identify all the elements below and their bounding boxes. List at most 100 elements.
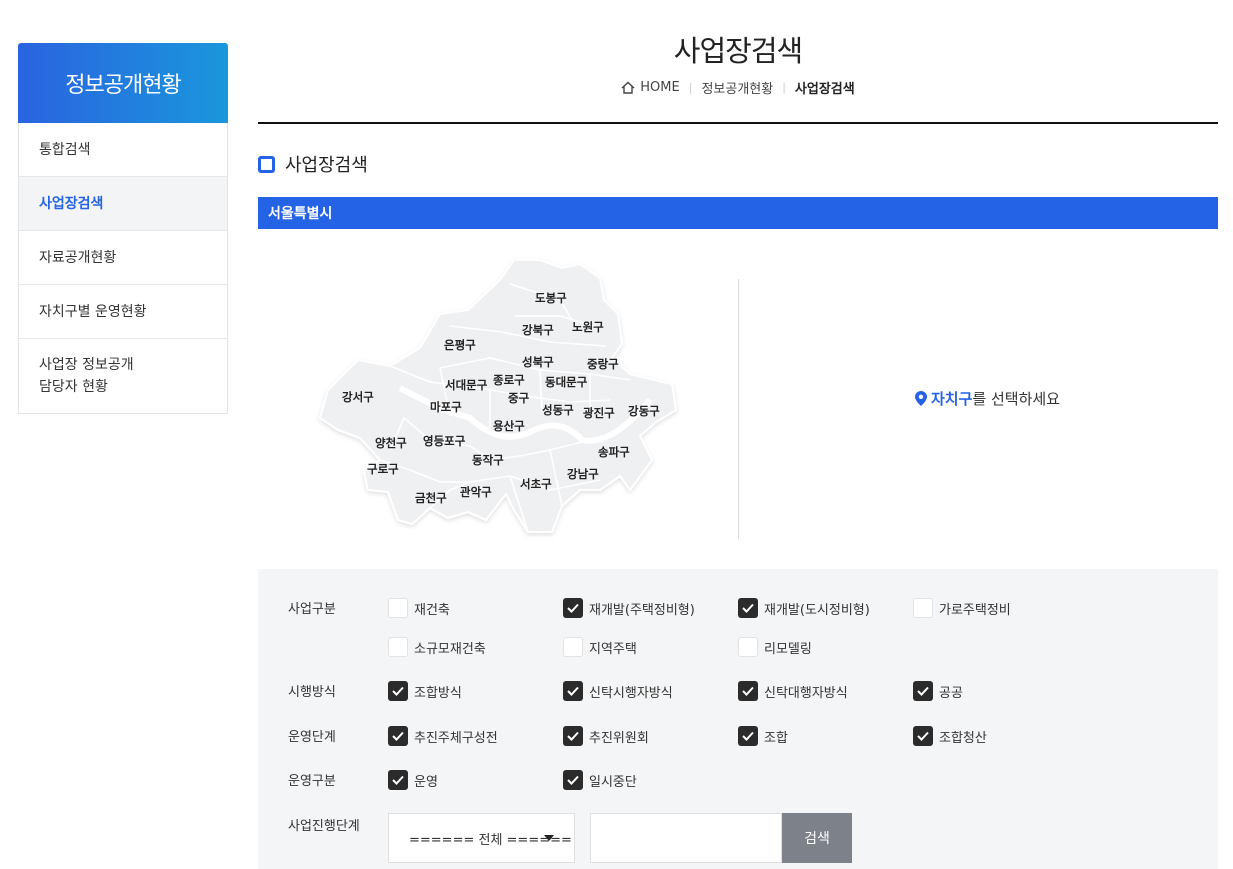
method-label: 시행방식 bbox=[288, 685, 336, 700]
district-seongbuk[interactable]: 성북구 bbox=[522, 355, 554, 369]
check-icon[interactable] bbox=[738, 598, 758, 618]
district-yeongdeungpo[interactable]: 영등포구 bbox=[423, 434, 466, 448]
sidebar-item-integrated-search[interactable]: 통합검색 bbox=[19, 123, 227, 177]
district-yangcheon[interactable]: 양천구 bbox=[375, 436, 407, 450]
district-guro[interactable]: 구로구 bbox=[367, 462, 399, 476]
check-icon[interactable] bbox=[738, 681, 758, 701]
district-gwangjin[interactable]: 광진구 bbox=[583, 406, 615, 420]
district-dongjak[interactable]: 동작구 bbox=[472, 453, 504, 467]
sidebar-menu: 통합검색 사업장검색 자료공개현황 자치구별 운영현황 사업장 정보공개 담당자… bbox=[18, 123, 228, 414]
check-icon[interactable] bbox=[388, 681, 408, 701]
checkbox-box[interactable] bbox=[913, 598, 933, 618]
district-gangdong[interactable]: 강동구 bbox=[628, 404, 660, 418]
checkbox-box[interactable] bbox=[388, 598, 408, 618]
progress-select[interactable]: ====== 전체 ====== bbox=[388, 813, 575, 863]
district-seodaemun[interactable]: 서대문구 bbox=[445, 378, 488, 392]
search-button[interactable]: 검색 bbox=[782, 813, 852, 863]
checkbox-street-housing[interactable]: 가로주택정비 bbox=[913, 598, 1011, 618]
title-rule bbox=[258, 122, 1218, 124]
checkbox-association[interactable]: 조합방식 bbox=[388, 681, 462, 701]
checkbox-trust-agent[interactable]: 신탁대행자방식 bbox=[738, 681, 848, 701]
checkbox-committee[interactable]: 추진위원회 bbox=[563, 726, 649, 746]
vertical-divider bbox=[738, 279, 739, 539]
square-bullet-icon bbox=[258, 155, 275, 173]
checkbox-small-reconstruction[interactable]: 소규모재건축 bbox=[388, 637, 486, 657]
checkbox-box[interactable] bbox=[388, 637, 408, 657]
checkbox-label: 공공 bbox=[939, 685, 963, 701]
district-select-prompt: 자치구 를 선택하세요 bbox=[915, 388, 1060, 409]
district-songpa[interactable]: 송파구 bbox=[598, 445, 630, 459]
district-seocho[interactable]: 서초구 bbox=[520, 477, 552, 491]
district-gangnam[interactable]: 강남구 bbox=[567, 467, 599, 481]
district-gangbuk[interactable]: 강북구 bbox=[522, 323, 554, 337]
sidebar-item-site-search[interactable]: 사업장검색 bbox=[19, 177, 227, 231]
checkbox-public[interactable]: 공공 bbox=[913, 681, 963, 701]
checkbox-label: 재개발(주택정비형) bbox=[589, 602, 695, 618]
prompt-text: 를 선택하세요 bbox=[972, 390, 1060, 408]
checkbox-redevelopment-urban[interactable]: 재개발(도시정비형) bbox=[738, 598, 870, 618]
district-jongno[interactable]: 종로구 bbox=[493, 373, 525, 387]
checkbox-box[interactable] bbox=[738, 637, 758, 657]
check-icon[interactable] bbox=[913, 681, 933, 701]
checkbox-union-liquidation[interactable]: 조합청산 bbox=[913, 726, 987, 746]
page-title: 사업장검색 bbox=[673, 34, 803, 68]
district-nowon[interactable]: 노원구 bbox=[572, 320, 604, 334]
checkbox-pre-committee[interactable]: 추진주체구성전 bbox=[388, 726, 498, 746]
district-eunpyeong[interactable]: 은평구 bbox=[444, 338, 476, 352]
checkbox-label: 리모델링 bbox=[764, 641, 812, 657]
sidebar-item-disclosure-status[interactable]: 자료공개현황 bbox=[19, 231, 227, 285]
checkbox-local-housing[interactable]: 지역주택 bbox=[563, 637, 637, 657]
location-pin-icon bbox=[915, 391, 927, 406]
district-seongdong[interactable]: 성동구 bbox=[542, 403, 574, 417]
keyword-input[interactable] bbox=[590, 813, 782, 863]
checkbox-suspended[interactable]: 일시중단 bbox=[563, 770, 637, 790]
district-gwanak[interactable]: 관악구 bbox=[460, 485, 492, 499]
checkbox-label: 지역주택 bbox=[589, 641, 637, 657]
check-icon[interactable] bbox=[913, 726, 933, 746]
breadcrumb-current: 사업장검색 bbox=[794, 82, 855, 97]
district-mapo[interactable]: 마포구 bbox=[430, 400, 462, 414]
checkbox-redevelopment-housing[interactable]: 재개발(주택정비형) bbox=[563, 598, 695, 618]
district-jungnang[interactable]: 중랑구 bbox=[587, 357, 619, 371]
home-icon[interactable] bbox=[621, 81, 635, 94]
caret-down-icon bbox=[544, 835, 554, 841]
checkbox-box[interactable] bbox=[563, 637, 583, 657]
district-gangseo[interactable]: 강서구 bbox=[342, 390, 374, 404]
operation-label: 운영구분 bbox=[288, 774, 336, 789]
seoul-district-map[interactable]: 도봉구 강북구 노원구 은평구 성북구 중랑구 종로구 동대문구 서대문구 강서… bbox=[300, 250, 700, 550]
checkbox-label: 소규모재건축 bbox=[414, 641, 486, 657]
checkbox-label: 조합 bbox=[764, 730, 788, 746]
checkbox-label: 신탁대행자방식 bbox=[764, 685, 848, 701]
check-icon[interactable] bbox=[563, 726, 583, 746]
sidebar-item-contacts[interactable]: 사업장 정보공개 담당자 현황 bbox=[19, 339, 227, 413]
city-bar: 서울특별시 bbox=[258, 197, 1218, 229]
checkbox-remodeling[interactable]: 리모델링 bbox=[738, 637, 812, 657]
checkbox-label: 가로주택정비 bbox=[939, 602, 1011, 618]
check-icon[interactable] bbox=[563, 598, 583, 618]
check-icon[interactable] bbox=[388, 726, 408, 746]
breadcrumb: HOME | 정보공개현황 | 사업장검색 bbox=[258, 78, 1218, 97]
check-icon[interactable] bbox=[563, 770, 583, 790]
district-dongdaemun[interactable]: 동대문구 bbox=[545, 375, 588, 389]
checkbox-label: 추진위원회 bbox=[589, 730, 649, 746]
check-icon[interactable] bbox=[388, 770, 408, 790]
check-icon[interactable] bbox=[738, 726, 758, 746]
checkbox-label: 운영 bbox=[414, 774, 438, 790]
district-dobong[interactable]: 도봉구 bbox=[535, 291, 567, 305]
sidebar-title: 정보공개현황 bbox=[18, 43, 228, 123]
breadcrumb-home[interactable]: HOME bbox=[640, 80, 679, 95]
district-jung[interactable]: 중구 bbox=[508, 391, 530, 405]
business-type-label: 사업구분 bbox=[288, 602, 336, 617]
checkbox-operating[interactable]: 운영 bbox=[388, 770, 438, 790]
district-yongsan[interactable]: 용산구 bbox=[493, 419, 525, 433]
progress-label: 사업진행단계 bbox=[288, 819, 360, 834]
checkbox-label: 재건축 bbox=[414, 602, 450, 618]
checkbox-union[interactable]: 조합 bbox=[738, 726, 788, 746]
sidebar-item-district-status[interactable]: 자치구별 운영현황 bbox=[19, 285, 227, 339]
search-filter-panel: 사업구분 재건축 재개발(주택정비형) 재개발(도시정비형) 가로주택정비 소규… bbox=[258, 569, 1218, 869]
district-geumcheon[interactable]: 금천구 bbox=[415, 491, 447, 505]
checkbox-trust-operator[interactable]: 신탁시행자방식 bbox=[563, 681, 673, 701]
breadcrumb-info[interactable]: 정보공개현황 bbox=[701, 78, 773, 97]
checkbox-reconstruction[interactable]: 재건축 bbox=[388, 598, 450, 618]
check-icon[interactable] bbox=[563, 681, 583, 701]
